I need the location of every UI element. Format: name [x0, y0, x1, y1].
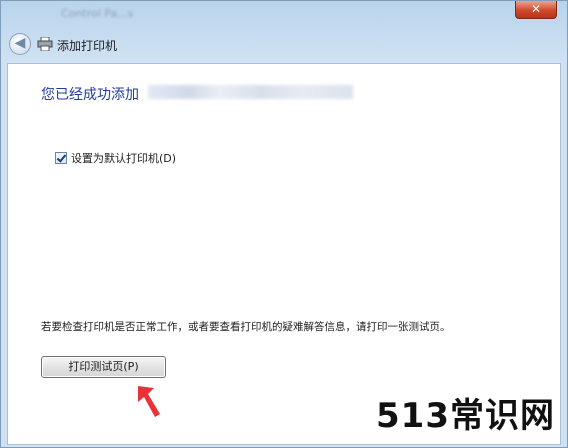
- site-watermark: 513常识网: [376, 396, 555, 436]
- window-title: Control Pa...s: [61, 7, 134, 20]
- add-printer-window: Control Pa...s ✕ ◀ 添加打印机 您已经成功添加 设置为默认打印…: [0, 0, 568, 448]
- default-printer-label: 设置为默认打印机(D): [71, 152, 177, 165]
- print-test-page-button[interactable]: 打印测试页(P): [41, 356, 166, 378]
- success-heading: 您已经成功添加: [41, 87, 139, 103]
- default-printer-option[interactable]: 设置为默认打印机(D): [55, 150, 176, 166]
- back-button[interactable]: ◀: [9, 33, 31, 55]
- blurred-printer-name: [148, 85, 353, 99]
- test-page-info-text: 若要检查打印机是否正常工作，或者要查看打印机的疑难解答信息，请打印一张测试页。: [41, 321, 451, 333]
- default-printer-checkbox[interactable]: [55, 152, 67, 164]
- printer-icon: [37, 37, 53, 51]
- nav-bar: ◀ 添加打印机: [1, 29, 567, 61]
- nav-title: 添加打印机: [57, 39, 118, 53]
- close-button[interactable]: ✕: [515, 1, 557, 19]
- red-arrow-annotation: [138, 386, 160, 417]
